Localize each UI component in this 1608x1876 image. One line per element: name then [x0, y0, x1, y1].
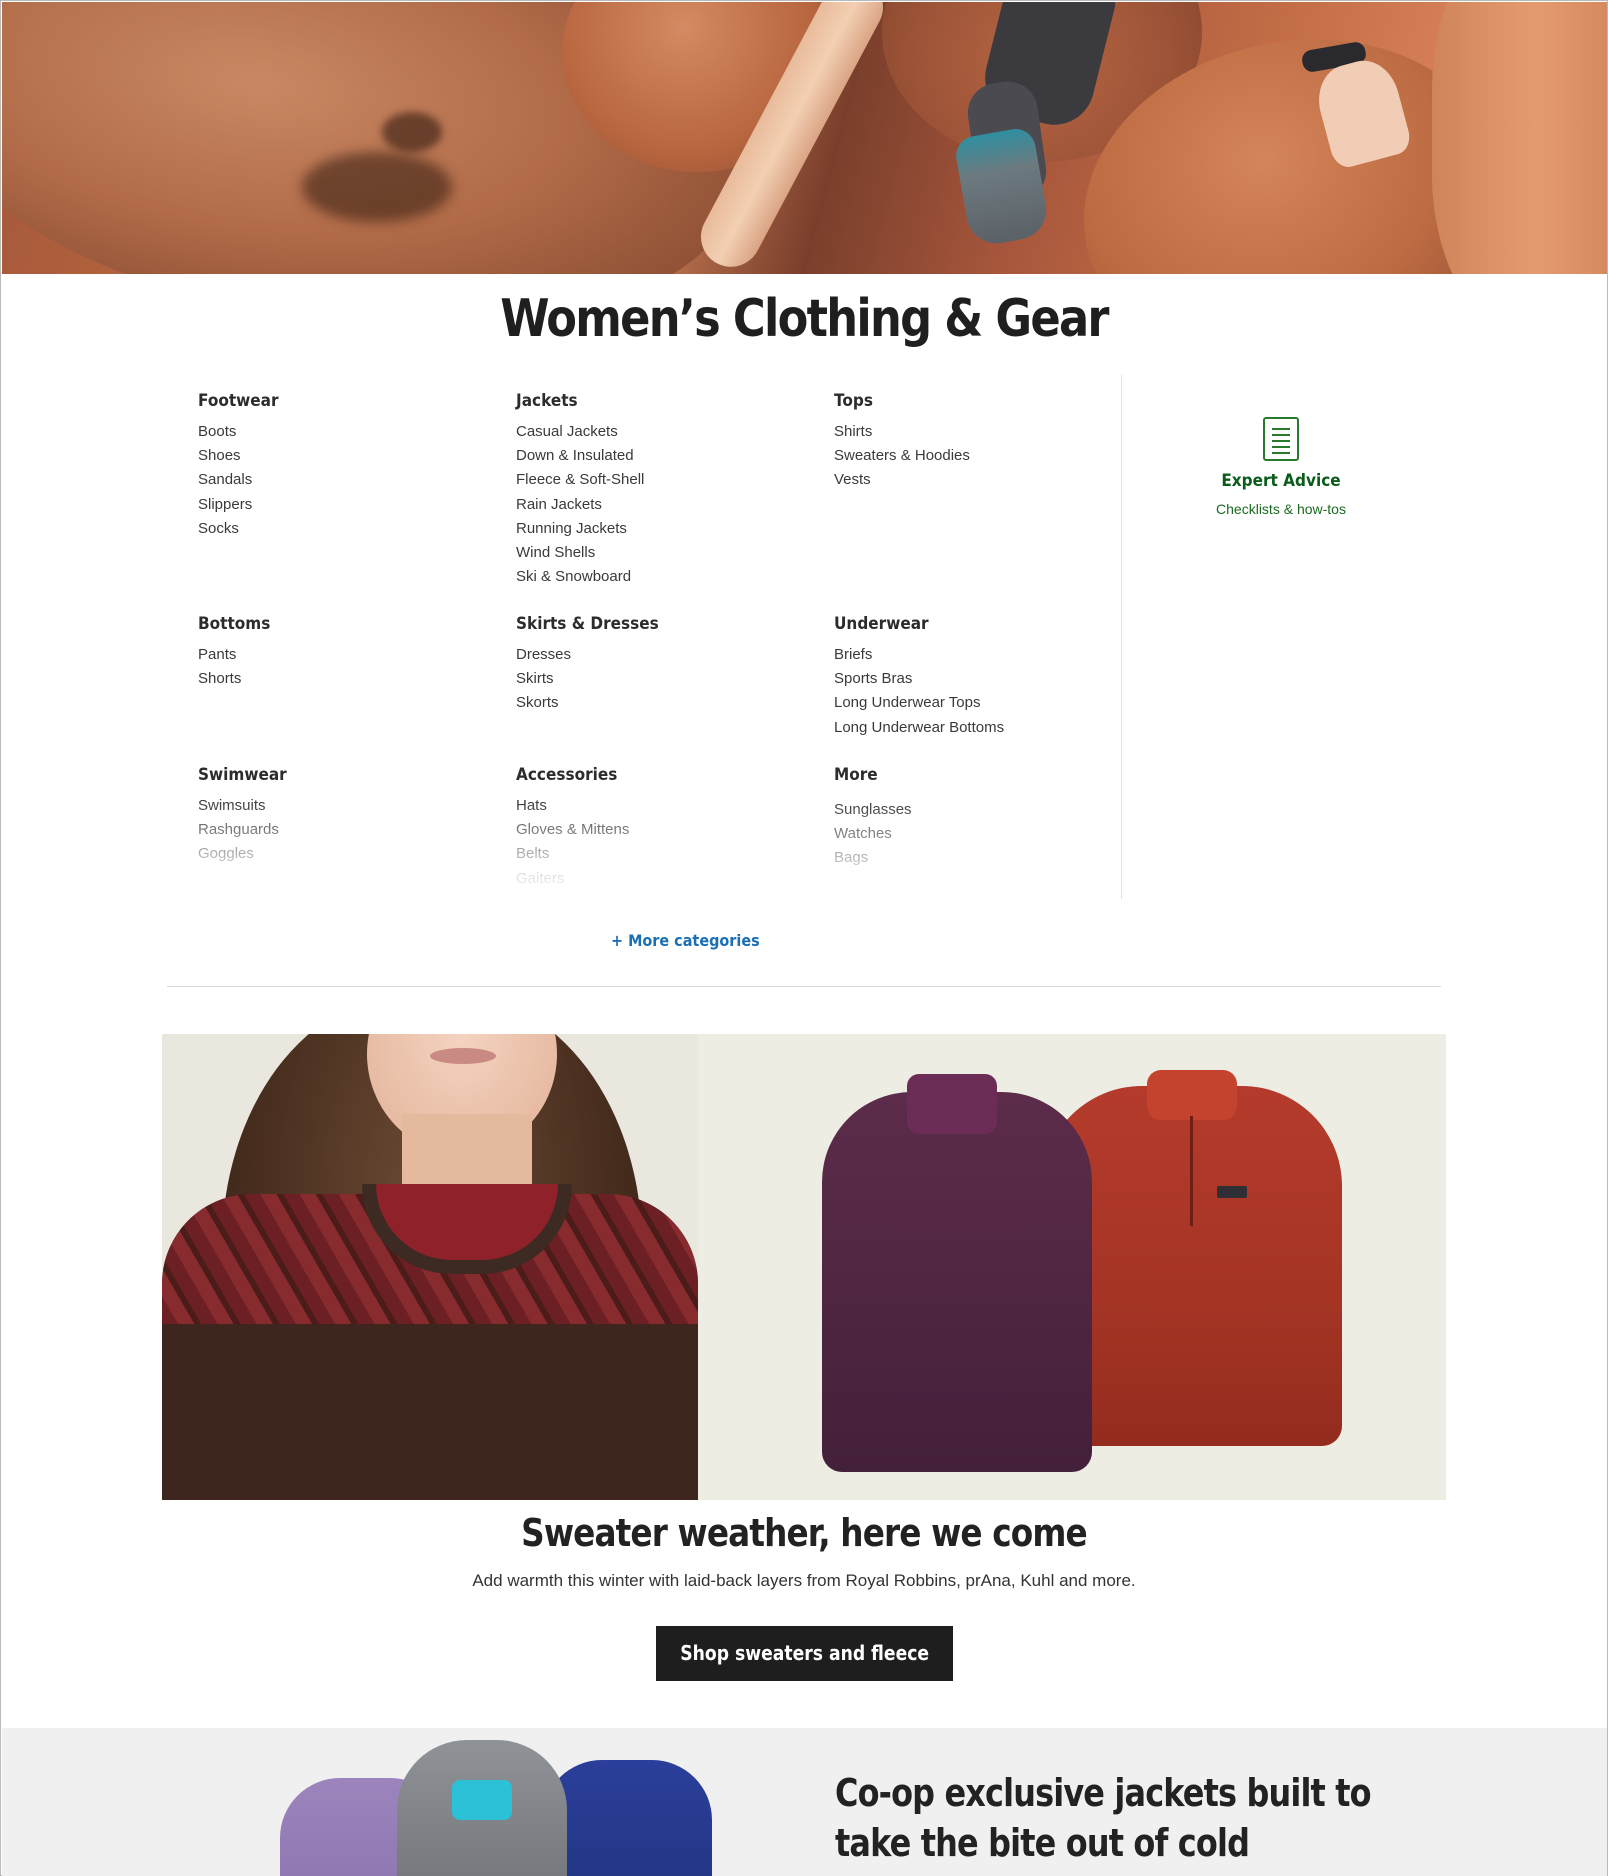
category-heading[interactable]: Accessories	[516, 765, 786, 785]
category-link[interactable]: Shoes	[198, 444, 498, 468]
category-link[interactable]: Dresses	[516, 643, 816, 667]
category-swimwear: Swimwear Swimsuits Rashguards Goggles	[198, 765, 498, 867]
category-accessories: Accessories Hats Gloves & Mittens Belts …	[516, 765, 816, 901]
category-underwear: Underwear Briefs Sports Bras Long Underw…	[834, 614, 1118, 740]
blue-jacket-image	[542, 1760, 712, 1876]
shop-sweaters-label: Shop sweaters and fleece	[680, 1641, 929, 1665]
expert-advice-title: Expert Advice	[1221, 471, 1341, 491]
category-tops: Tops Shirts Sweaters & Hoodies Vests	[834, 391, 1118, 493]
category-link[interactable]: Down & Insulated	[516, 444, 816, 468]
category-link[interactable]: Skorts	[516, 691, 816, 715]
category-heading[interactable]: Tops	[834, 391, 1104, 411]
category-link[interactable]: Briefs	[834, 643, 1118, 667]
hero-shadow	[302, 152, 452, 222]
category-link[interactable]: Sports Bras	[834, 667, 1118, 691]
category-link[interactable]: Wind Shells	[516, 541, 816, 565]
category-link[interactable]: Swimsuits	[198, 794, 498, 818]
hero-rock	[1432, 2, 1607, 274]
promo-title: Co-op exclusive jackets built to take th…	[835, 1771, 1372, 1876]
model-photo	[162, 1034, 698, 1500]
category-footwear: Footwear Boots Shoes Sandals Slippers So…	[198, 391, 498, 541]
category-link[interactable]: Gaiters	[516, 867, 816, 891]
hero-shadow	[382, 112, 442, 152]
category-link[interactable]: Boots	[198, 420, 498, 444]
expert-advice-link[interactable]: Expert Advice Checklists & how-tos	[1181, 417, 1381, 517]
category-link[interactable]: Running Jackets	[516, 517, 816, 541]
category-link[interactable]: Sandals	[198, 468, 498, 492]
gray-jacket-image	[397, 1740, 567, 1876]
document-icon	[1263, 417, 1299, 461]
category-link[interactable]: Scarves & Headbands	[516, 891, 816, 901]
category-link[interactable]: Long Underwear Bottoms	[834, 716, 1118, 740]
category-link[interactable]: Sunglasses	[834, 798, 1118, 822]
category-link[interactable]: Shorts	[198, 667, 498, 691]
category-link[interactable]: Pants	[198, 643, 498, 667]
category-link[interactable]: Goggles	[198, 842, 498, 866]
category-link[interactable]: Casual Jackets	[516, 420, 816, 444]
category-heading[interactable]: Footwear	[198, 391, 468, 411]
category-heading[interactable]: Swimwear	[198, 765, 468, 785]
expert-advice-subtitle: Checklists & how-tos	[1216, 501, 1346, 517]
sweater-banner-image[interactable]	[162, 1034, 1446, 1500]
category-link[interactable]: Belts	[516, 842, 816, 866]
category-link[interactable]: Sweaters & Hoodies	[834, 444, 1118, 468]
category-more: More Sunglasses Watches Bags	[834, 765, 1118, 871]
banner-title: Sweater weather, here we come	[521, 1511, 1088, 1555]
category-heading[interactable]: Bottoms	[198, 614, 468, 634]
category-link[interactable]: Slippers	[198, 493, 498, 517]
category-grid: Footwear Boots Shoes Sandals Slippers So…	[198, 391, 1118, 901]
jackets-promo[interactable]: Co-op exclusive jackets built to take th…	[2, 1728, 1607, 1876]
category-link[interactable]: Rain Jackets	[516, 493, 816, 517]
hero-image	[2, 2, 1607, 274]
category-heading[interactable]: Skirts & Dresses	[516, 614, 786, 634]
category-link[interactable]: Ski & Snowboard	[516, 565, 816, 589]
section-divider	[167, 986, 1441, 987]
category-link[interactable]: Socks	[198, 517, 498, 541]
more-categories-button[interactable]: + More categories	[611, 931, 760, 950]
model-lips	[430, 1048, 496, 1064]
category-heading[interactable]: Underwear	[834, 614, 1104, 634]
category-link[interactable]: Skirts	[516, 667, 816, 691]
category-jackets: Jackets Casual Jackets Down & Insulated …	[516, 391, 816, 589]
category-link[interactable]: Shirts	[834, 420, 1118, 444]
category-link[interactable]: Vests	[834, 468, 1118, 492]
category-link[interactable]: Fleece & Soft-Shell	[516, 468, 816, 492]
category-skirts-dresses: Skirts & Dresses Dresses Skirts Skorts	[516, 614, 816, 716]
category-link[interactable]: Long Underwear Tops	[834, 691, 1118, 715]
category-link[interactable]: Gloves & Mittens	[516, 818, 816, 842]
category-heading[interactable]: More	[834, 765, 1104, 785]
shop-sweaters-button[interactable]: Shop sweaters and fleece	[656, 1626, 953, 1681]
page-title: Women’s Clothing & Gear	[500, 289, 1109, 349]
banner-subtitle: Add warmth this winter with laid-back la…	[472, 1571, 1136, 1590]
category-link[interactable]: Watches	[834, 822, 1118, 846]
category-link[interactable]: Rashguards	[198, 818, 498, 842]
vertical-divider	[1121, 375, 1122, 899]
purple-fleece-product	[822, 1074, 1092, 1472]
category-heading[interactable]: Jackets	[516, 391, 786, 411]
category-link[interactable]: Hats	[516, 794, 816, 818]
category-link[interactable]: Bags	[834, 846, 1118, 870]
category-bottoms: Bottoms Pants Shorts	[198, 614, 498, 691]
